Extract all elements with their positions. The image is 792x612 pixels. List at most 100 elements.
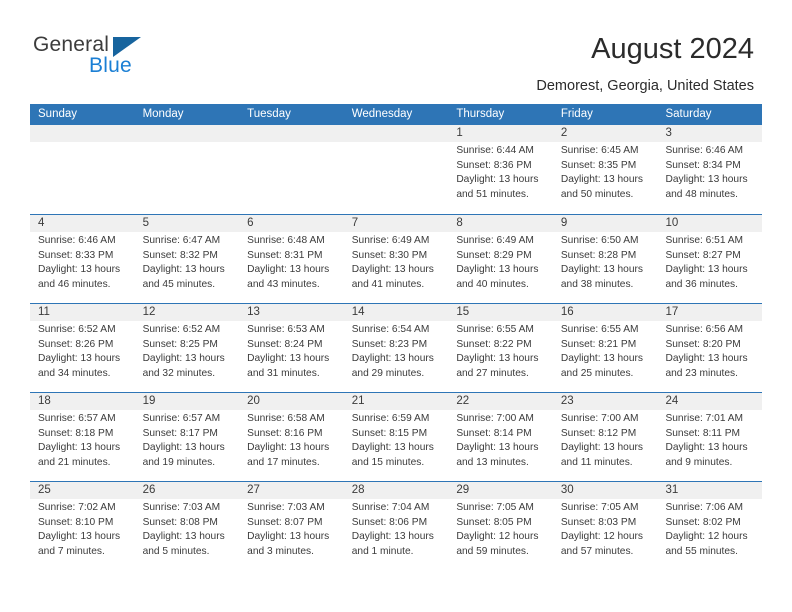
day-sunrise-text: Sunrise: 7:03 AM (142, 502, 221, 513)
day-sunset-text: Sunset: 8:11 PM (665, 427, 741, 439)
calendar-day-cell[interactable]: 15 Sunrise: 6:55 AM Sunset: 8:22 PM Dayligh… (448, 304, 553, 392)
calendar-day-cell[interactable]: 12 Sunrise: 6:52 AM Sunset: 8:25 PM Dayligh… (134, 304, 240, 392)
day-sunset-text: Sunset: 8:36 PM (456, 159, 532, 171)
day-daylight-text: Daylight: 13 hours (560, 264, 644, 276)
day-sunset-text: Sunset: 8:35 PM (560, 159, 637, 171)
day-number: 7 (351, 217, 359, 229)
day-sun-info: Sunrise: 6:59 AM Sunset: 8:15 PM Daylight:… (352, 412, 441, 470)
calendar-day-cell[interactable]: 5 Sunrise: 6:47 AM Sunset: 8:32 PM Daylight… (134, 215, 240, 303)
calendar-day-cell[interactable]: 30 Sunrise: 7:05 AM Sunset: 8:03 PM Dayligh… (552, 482, 658, 570)
day-sun-info: Sunrise: 6:44 AM Sunset: 8:36 PM Daylight:… (456, 144, 545, 202)
day-sun-info: Sunrise: 6:50 AM Sunset: 8:28 PM Daylight:… (561, 234, 650, 292)
calendar-day-cell[interactable]: 7 Sunrise: 6:49 AM Sunset: 8:30 PM Daylight… (343, 215, 449, 303)
day-sunrise-text: Sunrise: 7:03 AM (247, 502, 325, 513)
day-number: 19 (142, 395, 156, 407)
calendar-week-row: 4 Sunrise: 6:46 AM Sunset: 8:33 PM Daylight… (30, 214, 763, 303)
calendar-day-cell[interactable]: 21 Sunrise: 6:59 AM Sunset: 8:15 PM Dayligh… (343, 393, 449, 481)
day-daylight-text: Daylight: 13 hours (38, 264, 121, 276)
day-daylight-text: Daylight: 13 hours (247, 264, 330, 276)
day-sunrise-text: Sunrise: 6:48 AM (247, 235, 325, 246)
calendar-day-cell[interactable]: 22 Sunrise: 7:00 AM Sunset: 8:14 PM Dayligh… (448, 393, 553, 481)
day-sun-info: Sunrise: 6:57 AM Sunset: 8:17 PM Daylight:… (143, 412, 232, 470)
calendar-day-cell[interactable]: 16 Sunrise: 6:55 AM Sunset: 8:21 PM Dayligh… (552, 304, 658, 392)
day-sun-info: Sunrise: 6:57 AM Sunset: 8:18 PM Daylight:… (38, 412, 127, 470)
day-sunrise-text: Sunrise: 7:01 AM (665, 413, 744, 424)
day-number: 14 (351, 306, 365, 318)
calendar-day-cell[interactable]: 26 Sunrise: 7:03 AM Sunset: 8:08 PM Dayligh… (134, 482, 240, 570)
calendar-day-cell[interactable]: 8 Sunrise: 6:49 AM Sunset: 8:29 PM Daylight… (448, 215, 553, 303)
calendar-day-cell[interactable]: 29 Sunrise: 7:05 AM Sunset: 8:05 PM Dayligh… (448, 482, 553, 570)
day-daylight-text: Daylight: 13 hours (142, 353, 225, 365)
day-sunset-text: Sunset: 8:03 PM (560, 516, 637, 528)
calendar-day-cell[interactable]: 11 Sunrise: 6:52 AM Sunset: 8:26 PM Dayligh… (30, 304, 135, 392)
day-daylight-cont-text: and 31 minutes. (247, 367, 320, 379)
calendar-day-cell[interactable]: 13 Sunrise: 6:53 AM Sunset: 8:24 PM Dayligh… (239, 304, 344, 392)
day-daylight-cont-text: and 5 minutes. (142, 545, 210, 557)
day-sunrise-text: Sunrise: 6:44 AM (456, 145, 534, 156)
calendar-day-cell[interactable]: 4 Sunrise: 6:46 AM Sunset: 8:33 PM Daylight… (30, 215, 135, 303)
day-daylight-cont-text: and 15 minutes. (351, 456, 425, 468)
day-number: 23 (560, 395, 574, 407)
weekday-header-friday: Friday (560, 108, 593, 120)
day-sunrise-text: Sunrise: 7:04 AM (351, 502, 430, 513)
day-sun-info: Sunrise: 6:53 AM Sunset: 8:24 PM Daylight:… (247, 323, 336, 381)
day-daylight-cont-text: and 7 minutes. (38, 545, 105, 557)
calendar-day-cell[interactable]: 9 Sunrise: 6:50 AM Sunset: 8:28 PM Daylight… (552, 215, 658, 303)
calendar-day-cell[interactable]: 18 Sunrise: 6:57 AM Sunset: 8:18 PM Dayligh… (30, 393, 135, 481)
day-number: 3 (665, 127, 672, 139)
calendar-day-cell[interactable]: 23 Sunrise: 7:00 AM Sunset: 8:12 PM Dayligh… (552, 393, 658, 481)
day-daylight-cont-text: and 46 minutes. (38, 278, 111, 290)
day-sunrise-text: Sunrise: 7:00 AM (560, 413, 639, 424)
calendar-day-cell[interactable]: 25 Sunrise: 7:02 AM Sunset: 8:10 PM Dayligh… (30, 482, 135, 570)
day-daylight-text: Daylight: 13 hours (560, 174, 644, 186)
day-sunrise-text: Sunrise: 6:51 AM (665, 235, 744, 246)
day-daylight-text: Daylight: 13 hours (247, 353, 330, 365)
calendar-day-cell[interactable]: 27 Sunrise: 7:03 AM Sunset: 8:07 PM Dayligh… (239, 482, 344, 570)
day-sun-info: Sunrise: 6:45 AM Sunset: 8:35 PM Daylight:… (561, 144, 650, 202)
day-daylight-text: Daylight: 13 hours (38, 442, 121, 454)
calendar-day-cell[interactable]: 1 Sunrise: 6:44 AM Sunset: 8:36 PM Daylight… (448, 125, 553, 214)
calendar-day-cell[interactable]: 24 Sunrise: 7:01 AM Sunset: 8:11 PM Dayligh… (657, 393, 763, 481)
day-sunset-text: Sunset: 8:34 PM (665, 159, 741, 171)
day-sun-info: Sunrise: 7:04 AM Sunset: 8:06 PM Daylight:… (352, 501, 441, 559)
calendar-day-cell[interactable]: 3 Sunrise: 6:46 AM Sunset: 8:34 PM Daylight… (657, 125, 763, 214)
day-sunrise-text: Sunrise: 6:47 AM (142, 235, 221, 246)
day-daylight-cont-text: and 40 minutes. (456, 278, 529, 290)
page-header: General Blue August 2024 Demorest, Georg… (0, 0, 792, 100)
day-number: 10 (665, 217, 679, 229)
day-sunset-text: Sunset: 8:20 PM (665, 338, 741, 350)
day-number: 21 (351, 395, 365, 407)
day-daylight-text: Daylight: 13 hours (560, 353, 644, 365)
day-sunset-text: Sunset: 8:32 PM (142, 249, 218, 261)
calendar-day-cell[interactable]: 6 Sunrise: 6:48 AM Sunset: 8:31 PM Daylight… (239, 215, 344, 303)
day-sunset-text: Sunset: 8:10 PM (38, 516, 114, 528)
calendar-day-cell[interactable]: 20 Sunrise: 6:58 AM Sunset: 8:16 PM Dayligh… (239, 393, 344, 481)
calendar-week-row: 11 Sunrise: 6:52 AM Sunset: 8:26 PM Dayligh… (30, 303, 763, 392)
day-sun-info: Sunrise: 6:46 AM Sunset: 8:33 PM Daylight:… (38, 234, 127, 292)
day-sunset-text: Sunset: 8:27 PM (665, 249, 741, 261)
day-daylight-text: Daylight: 13 hours (351, 531, 434, 543)
calendar-day-cell[interactable]: 17 Sunrise: 6:56 AM Sunset: 8:20 PM Dayligh… (657, 304, 763, 392)
day-sunset-text: Sunset: 8:16 PM (247, 427, 323, 439)
day-daylight-text: Daylight: 12 hours (560, 531, 644, 543)
calendar-day-cell[interactable]: 28 Sunrise: 7:04 AM Sunset: 8:06 PM Dayligh… (343, 482, 449, 570)
day-daylight-text: Daylight: 13 hours (560, 442, 644, 454)
day-daylight-cont-text: and 11 minutes. (560, 456, 633, 468)
general-blue-logo[interactable]: General Blue (33, 34, 153, 80)
calendar-day-cell[interactable]: 31 Sunrise: 7:06 AM Sunset: 8:02 PM Dayligh… (657, 482, 763, 570)
day-sunrise-text: Sunrise: 7:05 AM (456, 502, 534, 513)
calendar-day-cell[interactable]: 10 Sunrise: 6:51 AM Sunset: 8:27 PM Dayligh… (657, 215, 763, 303)
day-number: 8 (456, 217, 463, 229)
sunrise-sunset-calendar: Sunday Monday Tuesday Wednesday Thursday… (30, 104, 763, 570)
day-sunrise-text: Sunrise: 6:59 AM (351, 413, 430, 424)
calendar-day-cell[interactable]: 2 Sunrise: 6:45 AM Sunset: 8:35 PM Daylight… (552, 125, 658, 214)
calendar-day-cell[interactable]: 14 Sunrise: 6:54 AM Sunset: 8:23 PM Dayligh… (343, 304, 449, 392)
day-number: 18 (38, 395, 51, 407)
day-sun-info: Sunrise: 7:05 AM Sunset: 8:05 PM Daylight:… (456, 501, 545, 559)
calendar-day-cell[interactable]: 19 Sunrise: 6:57 AM Sunset: 8:17 PM Dayligh… (134, 393, 240, 481)
day-sun-info: Sunrise: 6:49 AM Sunset: 8:29 PM Daylight:… (456, 234, 545, 292)
day-sunrise-text: Sunrise: 6:55 AM (560, 324, 639, 335)
day-daylight-cont-text: and 36 minutes. (665, 278, 738, 290)
day-sun-info: Sunrise: 6:47 AM Sunset: 8:32 PM Daylight:… (143, 234, 232, 292)
day-daylight-cont-text: and 59 minutes. (456, 545, 529, 557)
